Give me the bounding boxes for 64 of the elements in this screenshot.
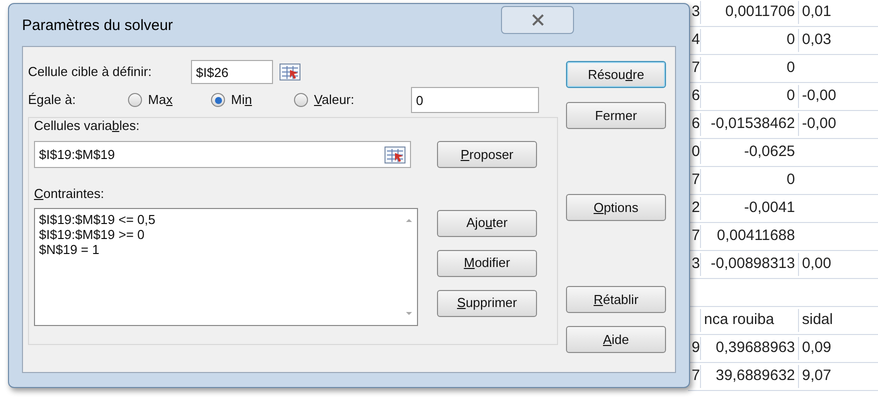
sheet-cell: nca rouiba	[700, 309, 798, 332]
sheet-cell-text: 4	[690, 30, 700, 50]
sheet-cell-text: 7	[690, 58, 700, 78]
constraints-list[interactable]: $I$19:$M$19 <= 0,5 $I$19:$M$19 >= 0 $N$19 = 1	[34, 208, 418, 326]
constraint-item[interactable]: $I$19:$M$19 >= 0	[39, 226, 397, 242]
sheet-cell: 0,39688963	[700, 337, 798, 360]
sheet-cell: 0,00411688	[700, 225, 798, 248]
sheet-cell: 0,0011706	[700, 1, 798, 24]
field-label: Égale à:	[28, 91, 77, 110]
dialog-button[interactable]: Aide	[566, 326, 666, 353]
radio-button[interactable]	[211, 93, 225, 107]
dialog-button[interactable]: Résoudre	[566, 61, 666, 88]
radio-option[interactable]: Valeur:	[294, 90, 411, 110]
sheet-cell: -0,0041	[700, 197, 798, 220]
field-label: Cellule cible à définir:	[28, 63, 153, 82]
group-label: Cellules variables:	[34, 117, 141, 135]
sheet-cell-text: 9	[690, 338, 700, 358]
group-label: Contraintes:	[34, 185, 106, 203]
sheet-cell: 0	[700, 85, 798, 108]
sheet-cell: 9,07	[798, 365, 878, 388]
sheet-cell: -0,00	[798, 113, 878, 136]
sheet-cell-text: 6	[690, 86, 700, 106]
constraint-item[interactable]: $N$19 = 1	[39, 242, 397, 256]
sheet-cell-text: 7	[690, 226, 700, 246]
sheet-cell-text: 7	[690, 170, 700, 190]
dialog-button[interactable]: Supprimer	[437, 290, 537, 316]
sheet-cell: -0,0625	[700, 141, 798, 164]
sheet-cell: sidal	[798, 309, 878, 332]
sheet-cell: 0,09	[798, 337, 878, 360]
sheet-cell: 0,03	[798, 29, 878, 52]
dialog-button[interactable]: Modifier	[437, 250, 537, 276]
sheet-cell: -0,01538462	[700, 113, 798, 136]
sheet-cell-text: 3	[690, 2, 700, 22]
sheet-cell: 0,00	[798, 253, 878, 276]
sheet-cell: 0	[700, 57, 798, 80]
range-select-icon[interactable]	[279, 63, 301, 81]
sheet-cell: 0	[700, 29, 798, 52]
radio-option[interactable]: Min	[211, 90, 294, 110]
sheet-cell: 39,6889632	[700, 365, 798, 388]
target-cell-field[interactable]: $I$26	[191, 60, 273, 84]
sheet-cell-text: 0	[690, 142, 700, 162]
value-field[interactable]: 0	[411, 87, 539, 113]
window-title: Paramètres du solveur	[22, 16, 174, 36]
dialog-button[interactable]: Options	[566, 194, 666, 221]
range-select-icon[interactable]	[384, 146, 406, 164]
close-icon	[532, 14, 544, 26]
close-button[interactable]	[501, 6, 574, 34]
dialog-button[interactable]: Proposer	[437, 141, 537, 168]
radio-option[interactable]: Max	[128, 90, 211, 110]
constraint-item[interactable]: $I$19:$M$19 <= 0,5	[39, 212, 397, 226]
radio-button[interactable]	[128, 93, 142, 107]
dialog-button[interactable]: Fermer	[566, 102, 666, 129]
sheet-cell-text: 2	[690, 198, 700, 218]
sheet-cell: 0,01	[798, 1, 878, 24]
radio-button[interactable]	[294, 93, 308, 107]
sheet-cell-text: 6	[690, 114, 700, 134]
dialog-button[interactable]: Ajouter	[437, 210, 537, 236]
sheet-cell: -0,00	[798, 85, 878, 108]
variable-cells-field[interactable]: $I$19:$M$19	[34, 141, 411, 168]
dialog-button[interactable]: Rétablir	[566, 286, 666, 313]
sheet-cell: 0	[700, 169, 798, 192]
sheet-cell: -0,00898313	[700, 253, 798, 276]
sheet-cell-text: 3	[690, 254, 700, 274]
sheet-cell-text: 7	[690, 366, 700, 386]
